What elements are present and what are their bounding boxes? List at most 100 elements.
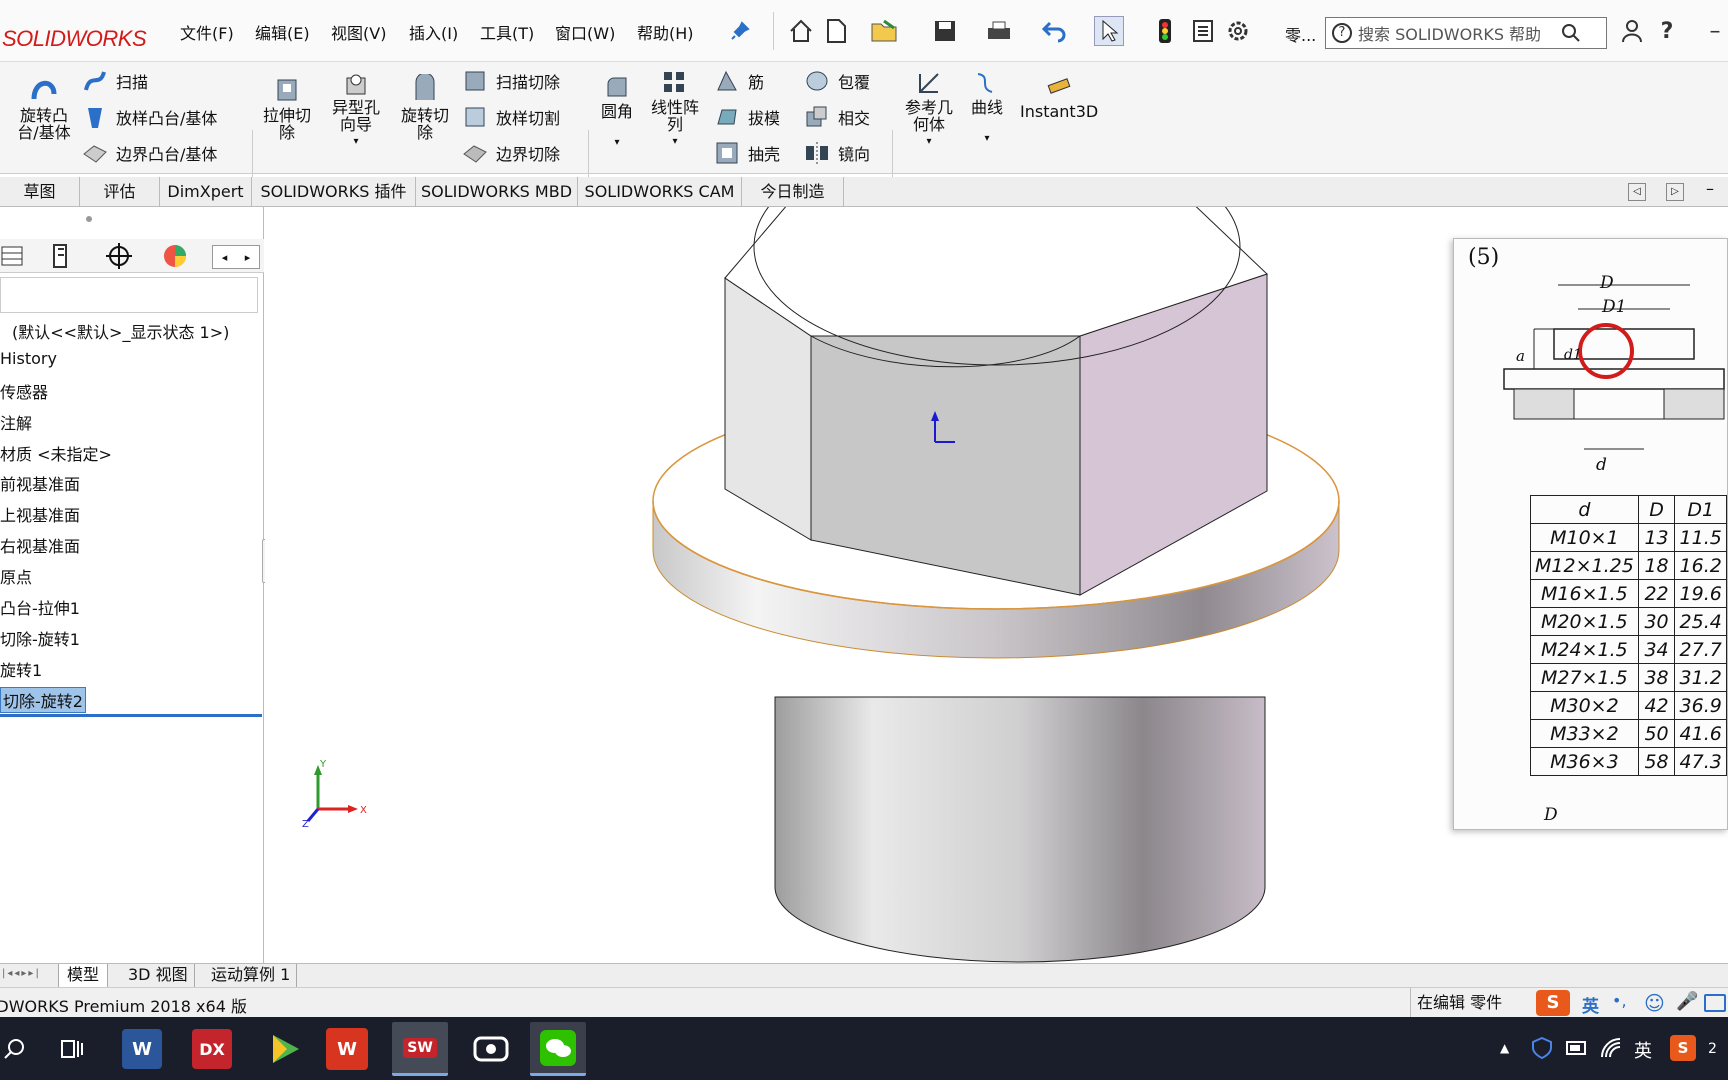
undo-icon[interactable] <box>1039 16 1069 46</box>
search-icon[interactable] <box>0 1026 30 1072</box>
wechat-taskbar-button[interactable] <box>530 1022 586 1076</box>
search-icon[interactable] <box>1560 22 1582 48</box>
tree-item-front-plane[interactable]: 前视基准面 <box>0 471 80 495</box>
dropdown-arrow-icon[interactable]: ▾ <box>594 134 640 151</box>
pane-grip[interactable] <box>86 216 92 222</box>
tab-scroll-arrows-icon[interactable]: |◂◂▸▸| <box>2 968 41 979</box>
tree-config-header[interactable]: (默认<<默认>_显示状态 1>) <box>12 319 229 343</box>
menu-window[interactable]: 窗口(W) <box>555 20 615 44</box>
sweep-cut-button[interactable]: 扫描切除 <box>462 68 560 94</box>
dropdown-arrow-icon[interactable]: ▾ <box>964 130 1010 147</box>
user-name-label[interactable]: 零... <box>1285 22 1316 46</box>
revolve-boss-button[interactable]: 旋转凸 台/基体 <box>10 74 78 141</box>
reference-drawing-image[interactable]: (5) D D1 d1 a d d D D1 M10×1 13 11.5 M12×1.2… <box>1453 238 1728 830</box>
tab-model[interactable]: 模型 <box>58 964 109 988</box>
tab-make-today[interactable]: 今日制造 <box>742 177 844 207</box>
tree-item-top-plane[interactable]: 上视基准面 <box>0 502 80 526</box>
instant3d-button[interactable]: Instant3D <box>1020 74 1098 120</box>
fillet-button[interactable]: 圆角 ▾ <box>594 74 640 151</box>
mirror-button[interactable]: 镜向 <box>804 140 870 166</box>
boundary-cut-button[interactable]: 边界切除 <box>462 140 560 166</box>
menu-help[interactable]: 帮助(H) <box>637 20 694 44</box>
sogou-ime-icon[interactable]: S <box>1536 990 1570 1016</box>
search-help-input[interactable]: ? 搜索 SOLIDWORKS 帮助 <box>1325 17 1607 49</box>
loft-cut-button[interactable]: 放样切割 <box>462 104 560 130</box>
tab-addins[interactable]: SOLIDWORKS 插件 <box>252 177 416 207</box>
ime-keyboard-icon[interactable] <box>1704 994 1726 1012</box>
feature-tree-tab-icon[interactable] <box>0 241 26 271</box>
rebuild-traffic-light-icon[interactable] <box>1150 16 1180 46</box>
solidworks-taskbar-button[interactable]: SW <box>392 1022 448 1076</box>
video-meeting-icon[interactable] <box>468 1026 514 1072</box>
pin-icon[interactable] <box>725 16 755 46</box>
dropdown-arrow-icon[interactable]: ▾ <box>322 133 390 150</box>
tree-item-revolve1[interactable]: 旋转1 <box>0 657 42 681</box>
loft-boss-button[interactable]: 放样凸台/基体 <box>82 104 217 130</box>
new-document-icon[interactable] <box>821 16 851 46</box>
tab-3d-view[interactable]: 3D 视图 <box>122 964 195 988</box>
ime-emoji-icon[interactable]: ☺ <box>1644 991 1665 1015</box>
filter-input[interactable] <box>0 277 258 313</box>
account-icon[interactable] <box>1617 16 1647 46</box>
tree-item-cut-revolve1[interactable]: 切除-旋转1 <box>0 626 80 650</box>
task-view-icon[interactable] <box>50 1026 96 1072</box>
open-folder-icon[interactable] <box>870 16 900 46</box>
menu-edit[interactable]: 编辑(E) <box>255 20 310 44</box>
wrap-button[interactable]: 包覆 <box>804 68 870 94</box>
tray-expand-icon[interactable]: ▲ <box>1500 1041 1509 1055</box>
wps-app-icon[interactable]: W <box>326 1028 368 1070</box>
file-properties-icon[interactable] <box>1188 16 1218 46</box>
help-question-icon[interactable]: ? <box>1652 16 1682 46</box>
media-player-icon[interactable] <box>262 1026 308 1072</box>
tab-sketch[interactable]: 草图 <box>0 177 80 207</box>
tab-evaluate[interactable]: 评估 <box>80 177 160 207</box>
ime-language-label[interactable]: 英 <box>1582 992 1599 1017</box>
dx-app-icon[interactable]: DX <box>192 1029 232 1069</box>
intersect-button[interactable]: 相交 <box>804 104 870 130</box>
curves-button[interactable]: 曲线 ▾ <box>964 70 1010 147</box>
tab-cam[interactable]: SOLIDWORKS CAM <box>578 177 742 207</box>
rib-button[interactable]: 筋 <box>714 68 764 94</box>
tree-item-origin[interactable]: 原点 <box>0 564 32 588</box>
graphics-viewport[interactable]: ▾ ▾ ▾ ▾ ▾ <box>265 207 1728 967</box>
draft-button[interactable]: 拔模 <box>714 104 780 130</box>
options-gear-icon[interactable] <box>1223 16 1253 46</box>
tree-item-material[interactable]: 材质 <未指定> <box>0 441 112 465</box>
menu-insert[interactable]: 插入(I) <box>409 20 458 44</box>
sweep-button[interactable]: 扫描 <box>82 68 148 94</box>
print-icon[interactable] <box>984 16 1014 46</box>
expand-right-icon[interactable]: ▷ <box>1666 183 1684 201</box>
boundary-boss-button[interactable]: 边界凸台/基体 <box>82 140 217 166</box>
revolve-cut-button[interactable]: 旋转切 除 <box>394 72 456 141</box>
tray-sogou-icon[interactable]: S <box>1670 1035 1696 1061</box>
menu-view[interactable]: 视图(V) <box>331 20 386 44</box>
tree-item-history[interactable]: History <box>0 349 57 368</box>
scroll-right-icon[interactable]: ▸ <box>245 251 251 264</box>
select-pointer-icon[interactable] <box>1094 16 1124 46</box>
ime-voice-icon[interactable]: 🎤 <box>1676 991 1698 1012</box>
hole-wizard-button[interactable]: 异型孔 向导 ▾ <box>322 70 390 150</box>
property-manager-tab-icon[interactable] <box>48 241 78 271</box>
minimize-icon[interactable]: – <box>1700 16 1728 46</box>
configuration-manager-tab-icon[interactable] <box>104 241 134 271</box>
tab-dimxpert[interactable]: DimXpert <box>160 177 252 207</box>
dropdown-arrow-icon[interactable]: ▾ <box>644 133 706 150</box>
tab-motion-study[interactable]: 运动算例 1 <box>205 964 298 988</box>
tray-ime-label[interactable]: 英 <box>1634 1037 1652 1063</box>
tree-item-right-plane[interactable]: 右视基准面 <box>0 533 80 557</box>
display-manager-tab-icon[interactable] <box>160 241 190 271</box>
extrude-cut-button[interactable]: 拉伸切 除 <box>256 74 318 141</box>
scroll-left-icon[interactable]: ◂ <box>222 251 228 264</box>
linear-pattern-button[interactable]: 线性阵 列 ▾ <box>644 70 706 150</box>
tree-item-sensors[interactable]: 传感器 <box>0 379 48 403</box>
word-app-icon[interactable]: W <box>122 1029 162 1069</box>
solidworks-logo[interactable]: SOLIDWORKS <box>0 14 147 64</box>
dropdown-arrow-icon[interactable]: ▾ <box>898 133 960 150</box>
tree-item-annotations[interactable]: 注解 <box>0 410 32 434</box>
tab-mbd[interactable]: SOLIDWORKS MBD <box>416 177 578 207</box>
tab-scroll-arrows[interactable]: ◂ ▸ <box>212 245 260 269</box>
rollback-bar[interactable] <box>0 714 262 717</box>
tree-item-cut-revolve2[interactable]: 切除-旋转2 <box>0 687 86 713</box>
tray-clock[interactable]: 2 <box>1708 1041 1717 1057</box>
reference-geometry-button[interactable]: 参考几 何体 ▾ <box>898 70 960 150</box>
